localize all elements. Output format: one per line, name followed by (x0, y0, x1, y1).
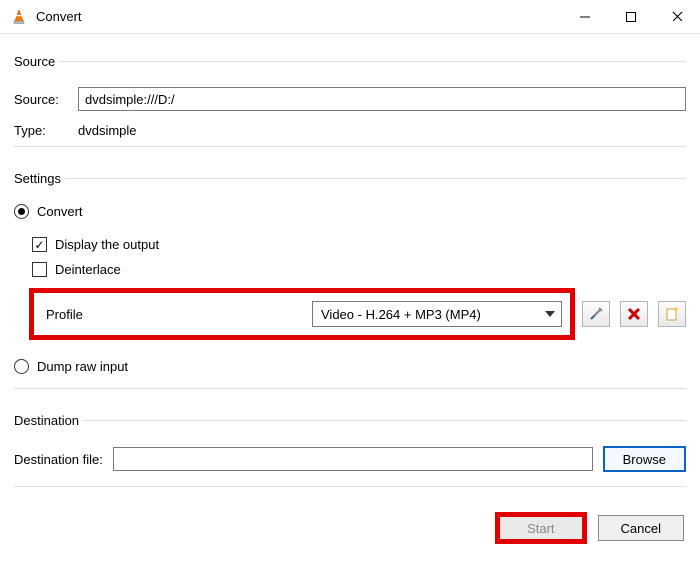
maximize-button[interactable] (608, 0, 654, 33)
start-button[interactable]: Start (498, 515, 583, 541)
profile-highlight: Profile Video - H.264 + MP3 (MP4) (32, 291, 572, 337)
destination-input[interactable] (113, 447, 593, 471)
type-label: Type: (14, 123, 70, 138)
minimize-button[interactable] (562, 0, 608, 33)
dump-raw-label: Dump raw input (37, 359, 128, 374)
cancel-button[interactable]: Cancel (598, 515, 684, 541)
titlebar: Convert (0, 0, 700, 34)
display-output-checkbox[interactable] (32, 237, 47, 252)
deinterlace-label: Deinterlace (55, 262, 121, 277)
profile-select-value: Video - H.264 + MP3 (MP4) (321, 307, 481, 322)
source-label: Source: (14, 92, 70, 107)
profile-select[interactable]: Video - H.264 + MP3 (MP4) (312, 301, 562, 327)
settings-legend: Settings (14, 171, 65, 186)
edit-profile-button[interactable] (582, 301, 610, 327)
close-button[interactable] (654, 0, 700, 33)
settings-group: Settings Convert Display the output Dein… (14, 171, 686, 403)
browse-button[interactable]: Browse (603, 446, 686, 472)
new-file-icon (664, 306, 680, 322)
profile-label: Profile (46, 307, 83, 322)
convert-radio-label: Convert (37, 204, 83, 219)
destination-legend: Destination (14, 413, 83, 428)
source-legend: Source (14, 54, 59, 69)
delete-x-icon (627, 307, 641, 321)
convert-radio[interactable] (14, 204, 29, 219)
window-controls (562, 0, 700, 33)
deinterlace-checkbox[interactable] (32, 262, 47, 277)
delete-profile-button[interactable] (620, 301, 648, 327)
display-output-label: Display the output (55, 237, 159, 252)
destination-label: Destination file: (14, 452, 103, 467)
source-input[interactable] (78, 87, 686, 111)
dump-raw-radio[interactable] (14, 359, 29, 374)
source-group: Source Source: Type: dvdsimple (14, 54, 686, 161)
app-icon (10, 8, 28, 26)
new-profile-button[interactable] (658, 301, 686, 327)
window-title: Convert (36, 9, 562, 24)
wrench-icon (588, 306, 604, 322)
chevron-down-icon (545, 311, 555, 317)
dialog-buttons: Start Cancel (14, 515, 686, 541)
destination-group: Destination Destination file: Browse (14, 413, 686, 501)
type-value: dvdsimple (78, 123, 137, 138)
